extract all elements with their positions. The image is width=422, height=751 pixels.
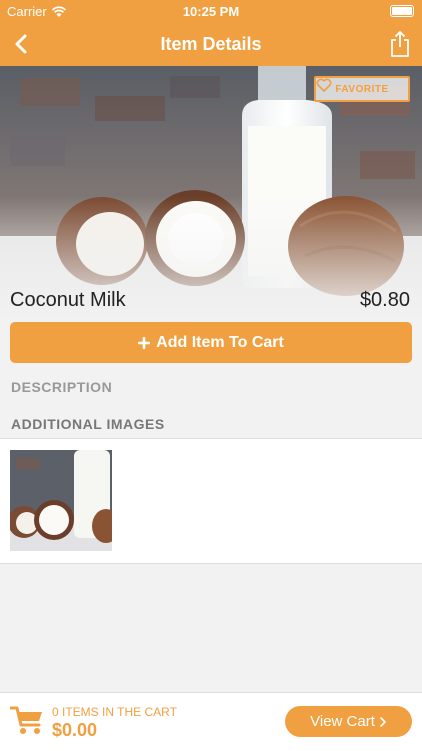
view-cart-label: View Cart [310, 713, 375, 730]
cart-summary-bar: 0 ITEMS IN THE CART $0.00 View Cart [0, 692, 422, 751]
battery-icon [390, 5, 414, 17]
cart-total: $0.00 [52, 720, 98, 740]
item-price: $0.80 [359, 289, 410, 311]
additional-images-list [0, 438, 422, 564]
cart-item-count: 0 ITEMS IN THE CART [52, 705, 177, 719]
page-title: Item Details [160, 34, 262, 54]
plus-icon [138, 336, 151, 349]
item-name: Coconut Milk [10, 289, 126, 311]
favorite-button[interactable]: FAVORITE [314, 76, 410, 102]
add-to-cart-button[interactable]: Add Item To Cart [10, 322, 412, 363]
item-hero-image: FAVORITE [0, 66, 422, 316]
favorite-label: FAVORITE [335, 83, 389, 95]
share-icon[interactable] [388, 30, 412, 58]
heart-icon [316, 78, 332, 92]
nav-bar: Item Details [0, 22, 422, 66]
coconut-milk-thumbnail [10, 450, 112, 551]
clock: 10:25 PM [182, 4, 240, 19]
description-heading: DESCRIPTION [11, 379, 113, 395]
additional-images-heading: ADDITIONAL IMAGES [11, 416, 165, 432]
view-cart-button[interactable]: View Cart [285, 706, 412, 737]
status-bar: Carrier 10:25 PM [0, 0, 422, 22]
additional-image-thumbnail[interactable] [10, 450, 112, 551]
chevron-right-icon [380, 716, 386, 727]
shopping-cart-icon[interactable] [10, 705, 44, 735]
add-to-cart-label: Add Item To Cart [156, 333, 284, 351]
